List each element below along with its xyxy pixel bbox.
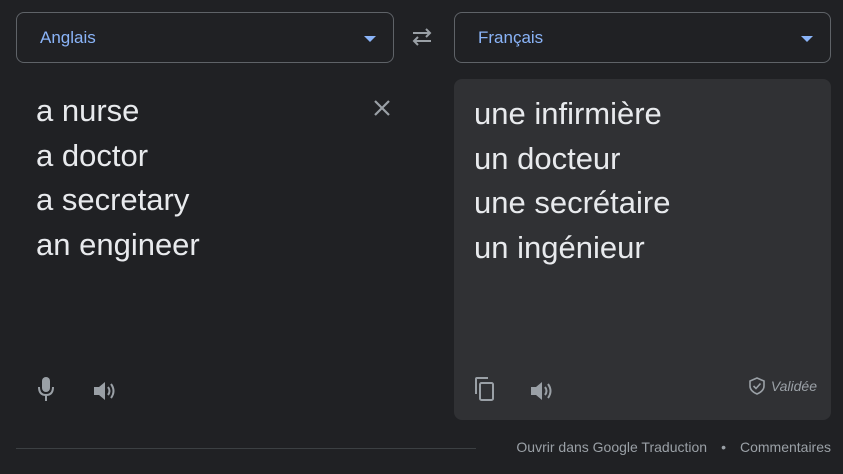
translation-line: un docteur [474,140,621,176]
target-language-select[interactable]: Français [454,12,831,63]
shield-check-icon [749,377,765,395]
source-line: an engineer [36,226,200,262]
caret-down-icon [364,36,376,42]
footer-divider [16,448,476,449]
source-line: a doctor [36,137,149,173]
copy-icon [475,377,494,401]
copy-translation-button[interactable] [469,374,499,404]
microphone-icon [38,377,54,401]
source-language-select[interactable]: Anglais [16,12,394,63]
validated-badge: Validée [749,377,817,395]
microphone-button[interactable] [31,374,61,404]
clear-text-button[interactable] [368,94,396,122]
source-language-label: Anglais [40,27,96,47]
swap-arrows-icon [412,28,432,46]
close-icon [374,100,390,116]
validated-label: Validée [770,378,817,394]
translate-widget: Anglais Français a nurse a doctor a secr… [0,0,843,474]
speaker-icon [531,382,552,400]
footer: Ouvrir dans Google Traduction • Commenta… [516,439,831,455]
feedback-link[interactable]: Commentaires [740,439,831,455]
translation-line: une secrétaire [474,185,671,220]
translation-panel: une infirmière un docteur une secrétaire… [454,79,831,420]
caret-down-icon [801,36,813,42]
translation-line: un ingénieur [474,229,645,265]
listen-translation-button[interactable] [527,376,557,406]
swap-languages-button[interactable] [407,24,437,50]
translation-line: une infirmière [474,96,662,131]
footer-separator: • [721,439,726,455]
source-text-area[interactable]: a nurse a doctor a secretary an engineer [36,89,200,267]
open-in-translate-link[interactable]: Ouvrir dans Google Traduction [516,439,707,455]
source-line: a nurse [36,93,140,128]
target-language-label: Français [478,27,544,47]
source-line: a secretary [36,182,190,217]
translation-text: une infirmière un docteur une secrétaire… [474,92,670,270]
speaker-icon [94,382,115,400]
listen-source-button[interactable] [90,376,120,406]
